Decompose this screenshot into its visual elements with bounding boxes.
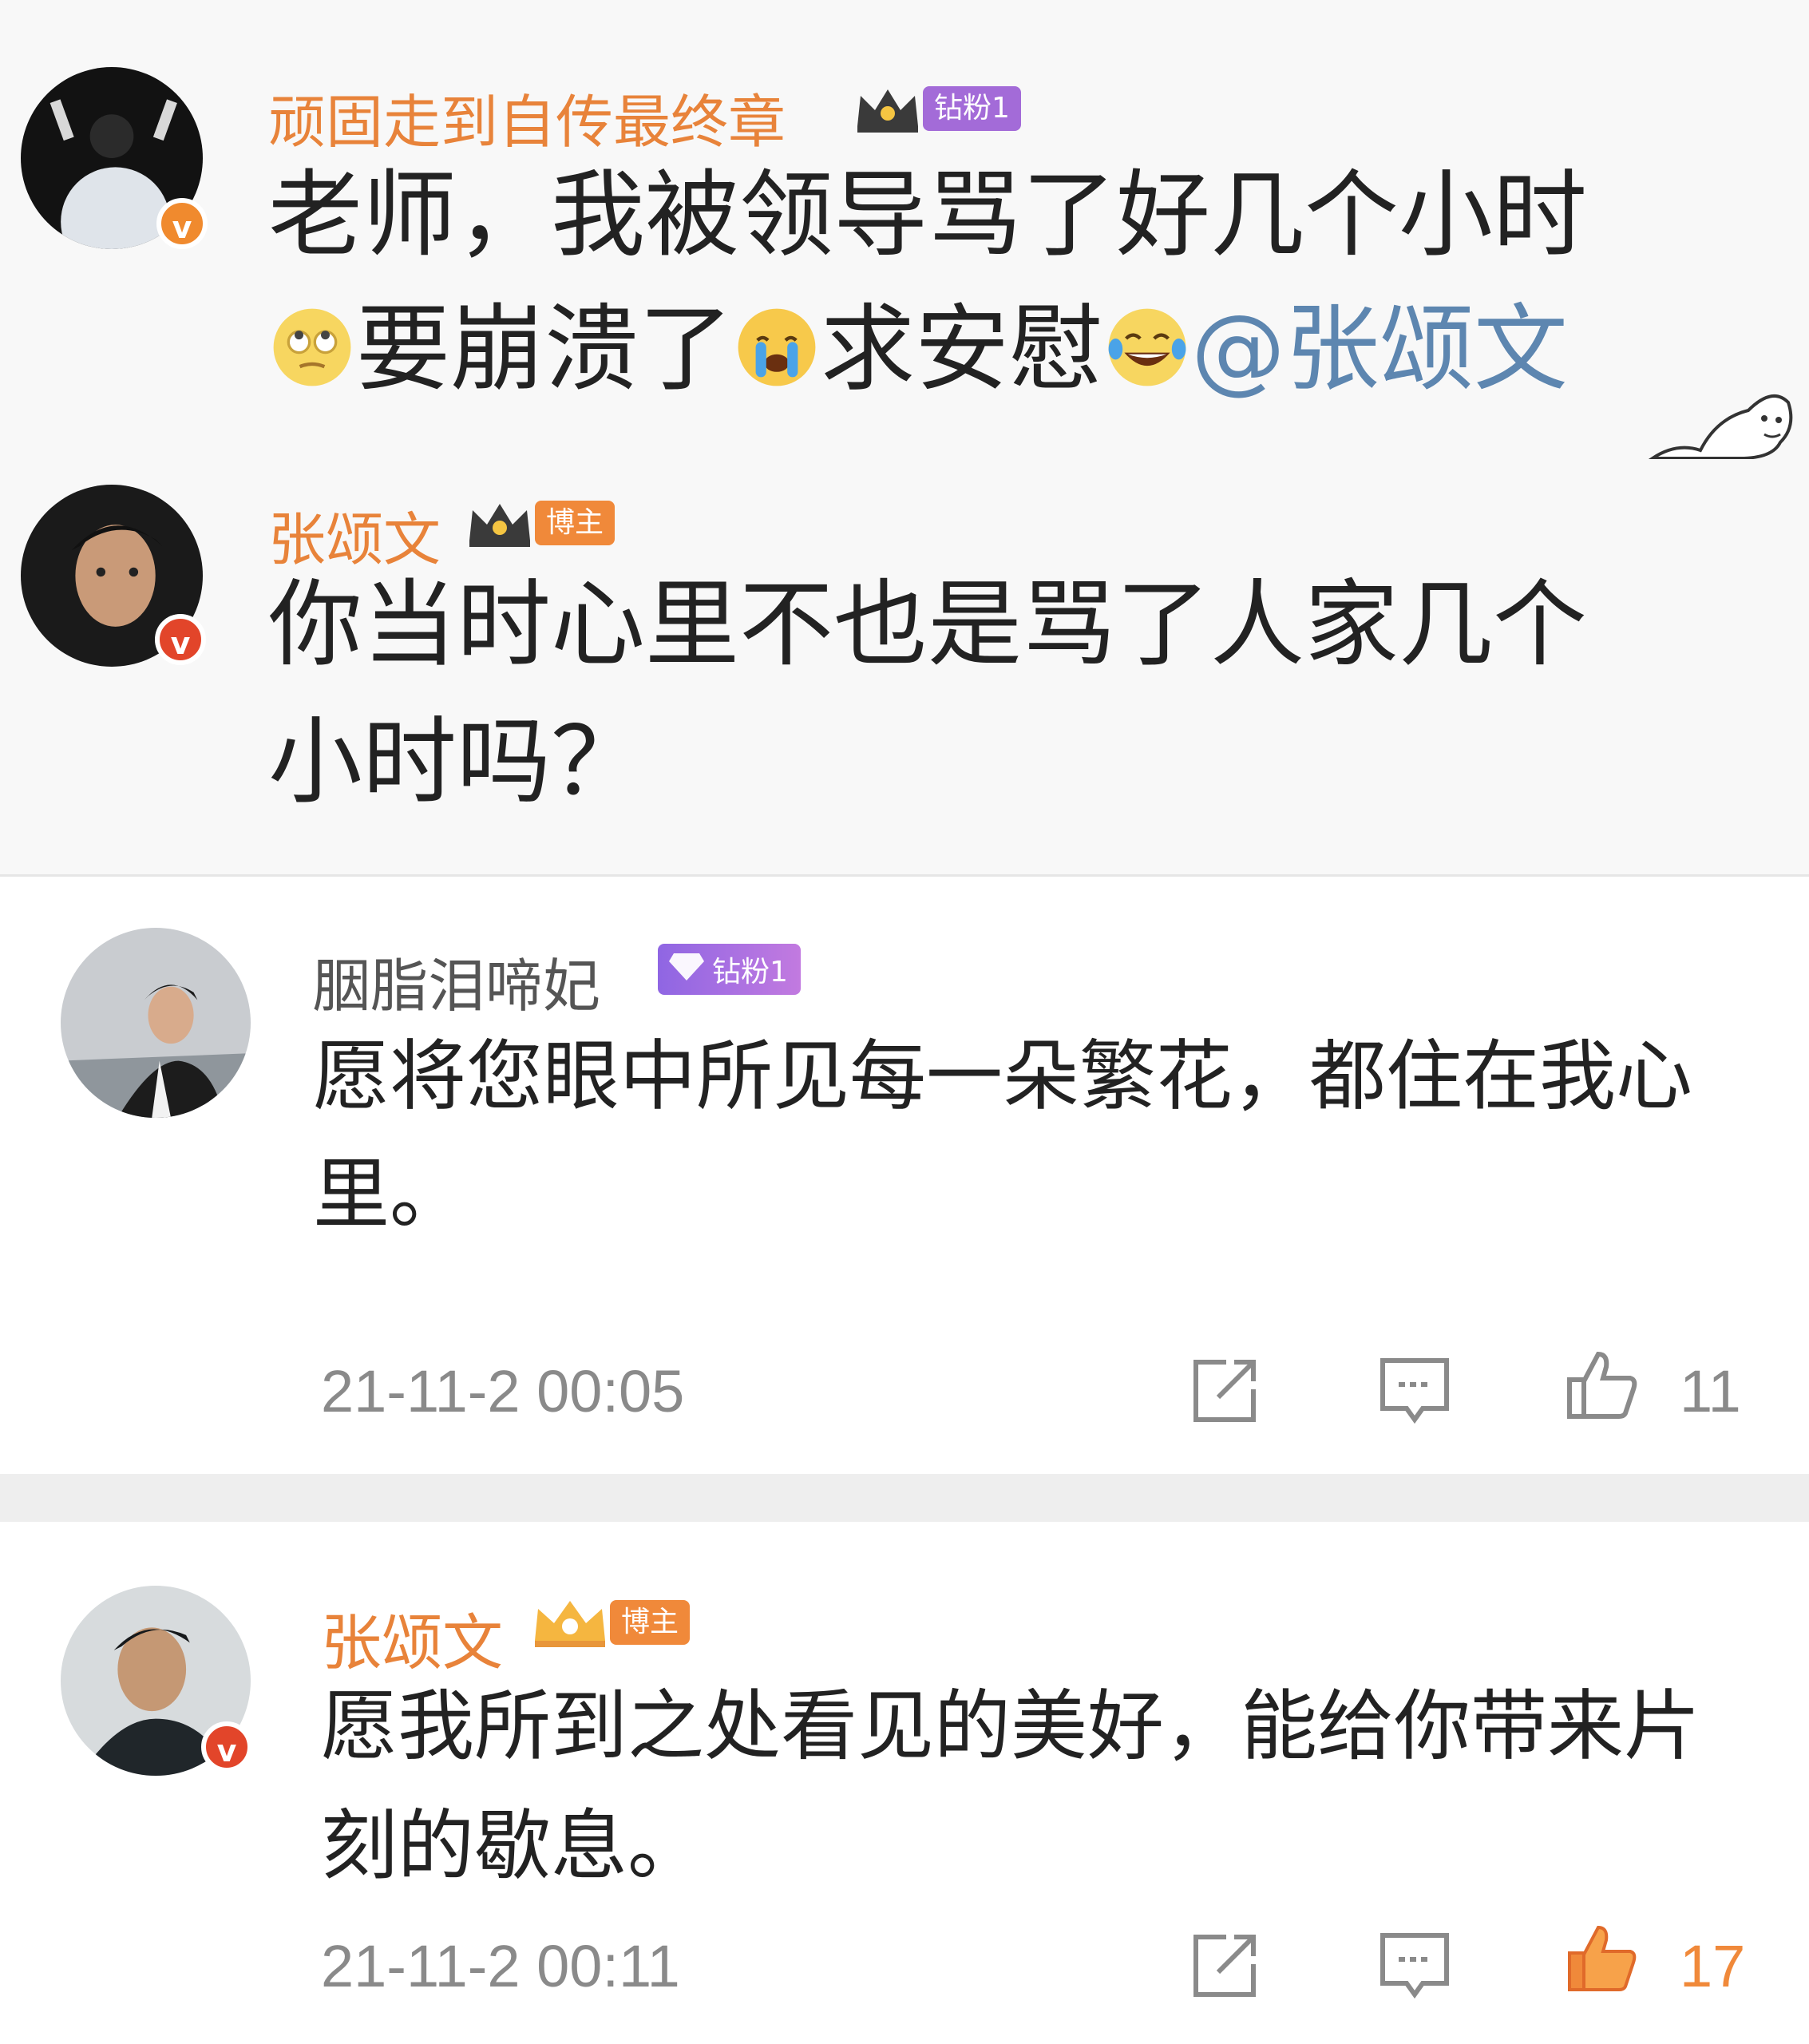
thumbs-up-filled-icon [1568, 1925, 1637, 1991]
share-button[interactable] [1186, 1927, 1263, 2004]
crying-emoji-icon [733, 303, 821, 406]
blogger-label: 博主 [610, 1600, 691, 1645]
comment-line: 里。 [313, 1150, 466, 1239]
timestamp: 21-11-2 00:05 [321, 1358, 685, 1424]
verified-badge-icon: v [155, 614, 206, 665]
dog-sticker-icon [1645, 370, 1804, 466]
avatar[interactable] [61, 928, 251, 1118]
avatar[interactable]: v [21, 67, 208, 249]
quoted-reply: v 张颂文 博主 你当时心里不也是骂了人家几个 小时吗？ [0, 459, 1809, 874]
eye-roll-emoji-icon [268, 303, 356, 406]
comment-line: 小时吗？ [268, 707, 646, 817]
fan-level-label: 钻粉1 [923, 86, 1021, 131]
comment-icon [1380, 1358, 1449, 1424]
fan-level-badge: 钻粉1 [853, 83, 1021, 134]
comment-line: 你当时心里不也是骂了人家几个 [268, 569, 1588, 679]
laughing-tears-emoji-icon [1103, 303, 1191, 406]
like-count: 11 [1680, 1358, 1741, 1424]
like-button[interactable] [1563, 1346, 1640, 1423]
fan-level-label: 钻粉1 [712, 956, 788, 988]
username[interactable]: 张颂文 [321, 1594, 503, 1682]
share-button[interactable] [1186, 1353, 1263, 1429]
mention-link[interactable]: @张颂文 [1191, 294, 1568, 404]
avatar[interactable]: v [21, 485, 206, 667]
comment-line: 愿我所到之处看见的美好，能给你带来片 [321, 1682, 1700, 1771]
username[interactable]: 胭脂泪啼妃 [313, 939, 600, 1023]
quoted-comment-1: v 顽固走到自传最终章 钻粉1 老师，我被领导骂了好几个小时 要崩溃了 求安慰 … [0, 0, 1809, 460]
share-icon [1193, 1935, 1256, 1997]
avatar[interactable]: v [61, 1586, 252, 1776]
crown-icon [530, 1594, 610, 1650]
like-count: 17 [1680, 1933, 1746, 1999]
comment-text: 你当时心里不也是骂了人家几个 小时吗？ [268, 577, 1785, 841]
comment-icon [1380, 1933, 1449, 1999]
comment-button[interactable] [1376, 1927, 1453, 2004]
like-button-active[interactable] [1563, 1919, 1640, 1996]
fan-level-badge: 钻粉1 [658, 944, 801, 995]
comment-line: 老师，我被领导骂了好几个小时 [268, 160, 1588, 270]
avatar-photo [61, 928, 251, 1118]
verified-badge-icon: v [156, 198, 208, 249]
timestamp: 21-11-2 00:11 [321, 1933, 680, 1999]
comment-segment: 求安慰 [821, 294, 1104, 404]
comment-feed: v 顽固走到自传最终章 钻粉1 老师，我被领导骂了好几个小时 要崩溃了 求安慰 … [0, 0, 1809, 2044]
comment-button[interactable] [1376, 1353, 1453, 1429]
blogger-badge: 博主 [530, 1594, 691, 1650]
comment-line-with-emoji: 要崩溃了 求安慰 @张颂文 [268, 302, 1568, 406]
share-icon [1193, 1360, 1256, 1422]
comment-text: 老师，我被领导骂了好几个小时 要崩溃了 求安慰 @张颂文 [268, 168, 1785, 431]
comment-line: 刻的歇息。 [321, 1801, 704, 1891]
username[interactable]: 顽固走到自传最终章 [268, 75, 786, 159]
comment-line: 愿将您眼中所见每一朵繁花，都住在我心 [313, 1032, 1692, 1121]
blogger-badge: 博主 [465, 497, 616, 549]
username[interactable]: 张颂文 [268, 493, 441, 576]
verified-badge-icon: v [201, 1721, 252, 1773]
crown-icon [465, 497, 535, 549]
crown-icon [853, 83, 923, 134]
divider [0, 874, 1809, 877]
blogger-label: 博主 [535, 501, 616, 545]
comment-text: 愿将您眼中所见每一朵繁花，都住在我心 里。 [313, 1038, 1790, 1246]
comment-segment: 要崩溃了 [356, 294, 734, 404]
diamond-icon [667, 950, 706, 989]
comment-text: 愿我所到之处看见的美好，能给你带来片 刻的歇息。 [321, 1688, 1798, 1895]
thumbs-up-icon [1567, 1351, 1637, 1419]
section-divider [0, 1474, 1809, 1522]
